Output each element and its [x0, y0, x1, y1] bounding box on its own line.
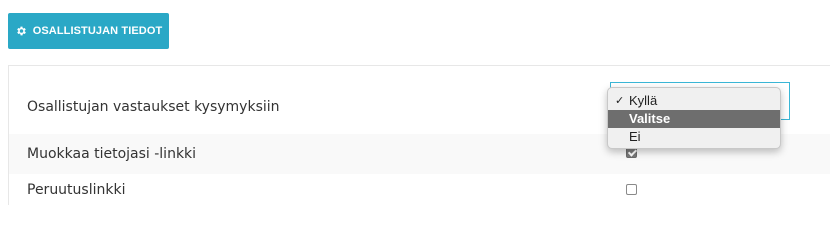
dropdown-option-ei[interactable]: Ei — [608, 128, 780, 146]
participant-info-label: OSALLISTUJAN TIEDOT — [32, 25, 163, 37]
dropdown-option-valitse[interactable]: Valitse — [608, 110, 780, 128]
dropdown-option-kylla[interactable]: ✓ Kyllä — [608, 92, 780, 110]
cancel-link-checkbox[interactable] — [626, 184, 637, 195]
gear-icon — [15, 25, 27, 37]
setting-label-answers: Osallistujan vastaukset kysymyksiin — [27, 98, 280, 115]
setting-label-cancel-link: Peruutuslinkki — [27, 182, 126, 198]
setting-label-edit-link: Muokkaa tietojasi -linkki — [27, 146, 197, 162]
participant-info-button[interactable]: OSALLISTUJAN TIEDOT — [8, 13, 169, 49]
check-mark-icon: ✓ — [615, 95, 625, 107]
dropdown-option-label: Kyllä — [629, 93, 658, 108]
dropdown-option-label: Ei — [629, 129, 641, 144]
dropdown-option-label: Valitse — [629, 111, 671, 126]
setting-row-cancel-link: Peruutuslinkki — [9, 174, 830, 206]
answers-dropdown-menu: ✓ Kyllä Valitse Ei — [607, 87, 781, 149]
